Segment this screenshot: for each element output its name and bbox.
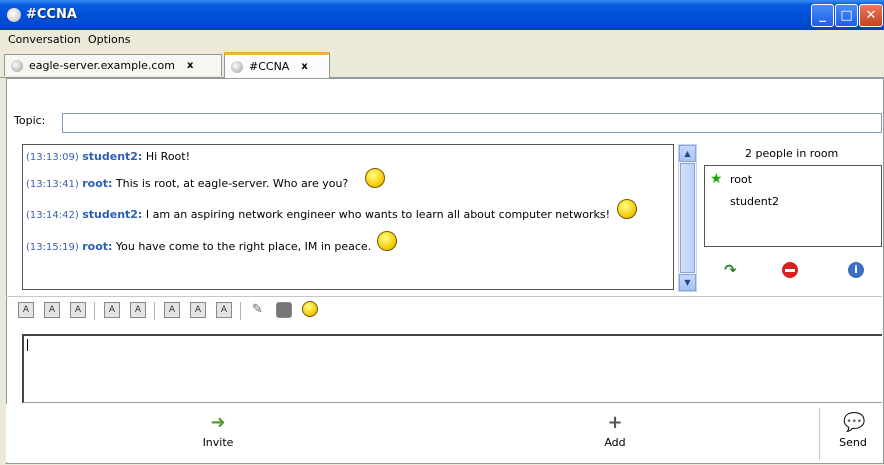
message-time: (13:13:09) xyxy=(26,152,79,163)
people-list[interactable]: ★ root student2 xyxy=(704,165,882,247)
divider xyxy=(6,296,882,297)
link-icon[interactable]: ✎ xyxy=(252,302,263,317)
invite-icon: ➜ xyxy=(210,412,226,433)
underline-icon[interactable]: A xyxy=(70,302,86,318)
redo-arrow-icon[interactable]: ↷ xyxy=(724,262,740,278)
toolbar-separator xyxy=(94,302,95,320)
window-title: #CCNA xyxy=(26,7,77,22)
chat-icon xyxy=(231,60,243,73)
info-icon[interactable]: i xyxy=(848,262,864,278)
invite-button[interactable]: ➜ Invite xyxy=(198,412,238,450)
star-icon: ★ xyxy=(710,171,723,187)
menu-conversation[interactable]: Conversation xyxy=(8,33,81,46)
message-nick: student2: xyxy=(82,150,143,163)
tab-eagle-server[interactable]: eagle-server.example.com x xyxy=(4,54,222,76)
font-grow-icon[interactable]: A xyxy=(104,302,120,318)
message-text: You have come to the right place, IM in … xyxy=(115,240,372,253)
message-nick: root: xyxy=(82,240,113,253)
message: (13:13:09) student2: Hi Root! xyxy=(26,150,190,163)
smiley-icon[interactable] xyxy=(302,301,318,317)
send-button[interactable]: 💬 Send xyxy=(836,412,870,450)
message: (13:14:42) student2: I am an aspiring ne… xyxy=(26,208,610,221)
toolbar-separator xyxy=(240,302,241,320)
font-face-icon[interactable]: A xyxy=(164,302,180,318)
block-icon[interactable] xyxy=(782,262,798,278)
message-time: (13:13:41) xyxy=(26,179,79,190)
font-shrink-icon[interactable]: A xyxy=(130,302,146,318)
message-text: I am an aspiring network engineer who wa… xyxy=(145,208,611,221)
message: (13:15:19) root: You have come to the ri… xyxy=(26,240,371,253)
add-button[interactable]: + Add xyxy=(600,412,630,450)
maximize-button[interactable]: □ xyxy=(835,4,858,27)
tab-close-icon[interactable]: x xyxy=(301,61,307,72)
message-nick: root: xyxy=(82,177,113,190)
text-caret xyxy=(27,339,28,351)
message-text: This is root, at eagle-server. Who are y… xyxy=(115,177,349,190)
menu-bar: Conversation Options xyxy=(0,30,884,50)
plus-icon: + xyxy=(607,412,623,433)
grin-smiley-icon xyxy=(617,199,637,219)
topic-label: Topic: xyxy=(14,114,46,127)
foreground-color-icon[interactable]: A xyxy=(190,302,206,318)
action-bar xyxy=(6,404,882,462)
scroll-up-button[interactable]: ▲ xyxy=(679,145,696,162)
chat-log[interactable]: (13:13:09) student2: Hi Root! (13:13:41)… xyxy=(22,144,674,290)
people-count: 2 people in room xyxy=(745,147,839,160)
add-label: Add xyxy=(604,436,626,449)
image-icon[interactable] xyxy=(276,302,292,318)
topic-field[interactable] xyxy=(62,113,882,133)
background-color-icon[interactable]: A xyxy=(216,302,232,318)
person-root[interactable]: root xyxy=(730,173,752,186)
tab-ccna[interactable]: #CCNA x xyxy=(224,52,330,78)
tab-close-icon[interactable]: x xyxy=(187,60,193,71)
menu-options[interactable]: Options xyxy=(88,33,130,46)
app-icon xyxy=(7,8,21,22)
minimize-button[interactable]: _ xyxy=(811,4,834,27)
send-label: Send xyxy=(839,436,867,449)
chat-scrollbar[interactable]: ▲ ▼ xyxy=(678,144,697,292)
divider xyxy=(819,408,820,460)
message-time: (13:15:19) xyxy=(26,242,79,253)
close-button[interactable]: ✕ xyxy=(859,4,883,27)
tab-label: #CCNA xyxy=(249,60,290,73)
message-input[interactable] xyxy=(22,334,882,403)
invite-label: Invite xyxy=(202,436,234,449)
title-bar: #CCNA _ □ ✕ xyxy=(0,0,884,30)
angel-smiley-icon xyxy=(377,231,397,251)
tab-label: eagle-server.example.com xyxy=(29,59,175,72)
message: (13:13:41) root: This is root, at eagle-… xyxy=(26,177,348,190)
italic-icon[interactable]: A xyxy=(44,302,60,318)
toolbar-separator xyxy=(154,302,155,320)
message-text: Hi Root! xyxy=(145,150,190,163)
scroll-down-button[interactable]: ▼ xyxy=(679,274,696,291)
speech-bubble-icon: 💬 xyxy=(843,412,866,433)
cool-smiley-icon xyxy=(365,168,385,188)
tab-strip: eagle-server.example.com x #CCNA x xyxy=(0,52,884,78)
scroll-thumb[interactable] xyxy=(680,163,695,273)
message-time: (13:14:42) xyxy=(26,210,79,221)
bold-icon[interactable]: A xyxy=(18,302,34,318)
person-student2[interactable]: student2 xyxy=(730,195,779,208)
message-nick: student2: xyxy=(82,208,143,221)
chat-icon xyxy=(11,59,23,72)
